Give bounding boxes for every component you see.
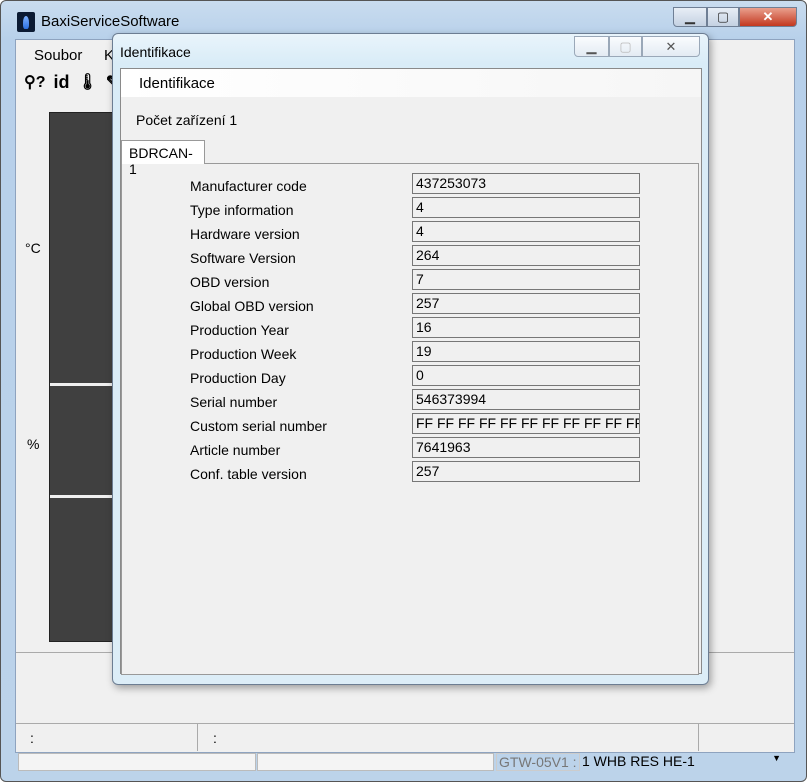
- field-label: Production Day: [190, 370, 286, 386]
- field-label: Production Year: [190, 322, 289, 338]
- chevron-down-icon[interactable]: ▼: [772, 753, 781, 763]
- field-label: Conf. table version: [190, 466, 307, 482]
- plug-question-icon[interactable]: ⚲?: [24, 72, 46, 92]
- minimize-button[interactable]: ▁: [673, 7, 707, 27]
- percent-unit-label: %: [27, 436, 40, 452]
- field-value[interactable]: 19: [412, 341, 640, 362]
- dialog-title: Identifikace: [120, 44, 191, 60]
- field-label: Type information: [190, 202, 294, 218]
- field-value[interactable]: 257: [412, 293, 640, 314]
- gateway-label: GTW-05V1 :: [496, 753, 580, 771]
- field-label: Software Version: [190, 250, 296, 266]
- field-label: Global OBD version: [190, 298, 314, 314]
- status-bar-lower: GTW-05V1 : 1 WHB RES HE-1 ▼: [16, 752, 794, 772]
- app-flame-icon: [17, 12, 35, 32]
- toolbar: ⚲? id 🌡 ✎: [24, 70, 119, 94]
- field-value[interactable]: 257: [412, 461, 640, 482]
- field-label: OBD version: [190, 274, 270, 290]
- tab-content: Manufacturer code 437253073 Type informati…: [121, 163, 699, 675]
- field-label: Manufacturer code: [190, 178, 307, 194]
- maximize-icon: ▢: [619, 38, 632, 54]
- thermometer-icon[interactable]: 🌡: [78, 72, 98, 92]
- field-label: Custom serial number: [190, 418, 327, 434]
- status-left: :: [30, 730, 34, 746]
- field-label: Hardware version: [190, 226, 300, 242]
- field-value[interactable]: 7641963: [412, 437, 640, 458]
- status-box: [18, 753, 256, 771]
- device-count-label: Počet zařízení 1: [136, 112, 238, 128]
- minimize-icon: ▁: [586, 38, 597, 54]
- status-divider: [698, 724, 699, 751]
- field-value[interactable]: 4: [412, 221, 640, 242]
- field-value[interactable]: FF FF FF FF FF FF FF FF FF FF FF: [412, 413, 640, 434]
- device-select[interactable]: 1 WHB RES HE-1 ▼: [582, 753, 787, 771]
- maximize-icon: ▢: [716, 9, 730, 24]
- id-icon[interactable]: id: [54, 72, 70, 93]
- field-value[interactable]: 546373994: [412, 389, 640, 410]
- dialog-header: Identifikace: [121, 69, 701, 97]
- field-value[interactable]: 437253073: [412, 173, 640, 194]
- gauge-divider: [50, 495, 114, 498]
- gauge-panel: [49, 112, 114, 642]
- close-icon: ✕: [762, 9, 774, 24]
- close-button[interactable]: ✕: [739, 7, 797, 27]
- maximize-button[interactable]: ▢: [707, 7, 739, 27]
- status-divider: [197, 724, 198, 751]
- temperature-unit-label: °C: [25, 240, 41, 256]
- minimize-icon: ▁: [685, 9, 695, 24]
- identifikace-dialog: Identifikace ▁ ▢ ✕ Identifikace Počet za…: [112, 33, 709, 685]
- status-bar-upper: : :: [16, 723, 794, 751]
- close-icon: ✕: [665, 38, 677, 54]
- dialog-maximize-button: ▢: [609, 36, 642, 57]
- dialog-minimize-button[interactable]: ▁: [574, 36, 609, 57]
- field-value[interactable]: 16: [412, 317, 640, 338]
- field-value[interactable]: 4: [412, 197, 640, 218]
- dialog-body: Identifikace Počet zařízení 1 BDRCAN-1 M…: [120, 68, 702, 675]
- field-value[interactable]: 0: [412, 365, 640, 386]
- field-label: Article number: [190, 442, 281, 458]
- dialog-close-button[interactable]: ✕: [642, 36, 700, 57]
- menu-soubor[interactable]: Soubor: [34, 47, 82, 64]
- field-label: Serial number: [190, 394, 278, 410]
- field-value[interactable]: 264: [412, 245, 640, 266]
- window-title: BaxiServiceSoftware: [41, 13, 180, 30]
- status-middle: :: [213, 730, 217, 746]
- device-select-value: 1 WHB RES HE-1: [582, 753, 695, 769]
- tab-bdrcan-1[interactable]: BDRCAN-1: [121, 140, 205, 177]
- gauge-divider: [50, 383, 114, 386]
- field-label: Production Week: [190, 346, 297, 362]
- field-value[interactable]: 7: [412, 269, 640, 290]
- status-box: [257, 753, 494, 771]
